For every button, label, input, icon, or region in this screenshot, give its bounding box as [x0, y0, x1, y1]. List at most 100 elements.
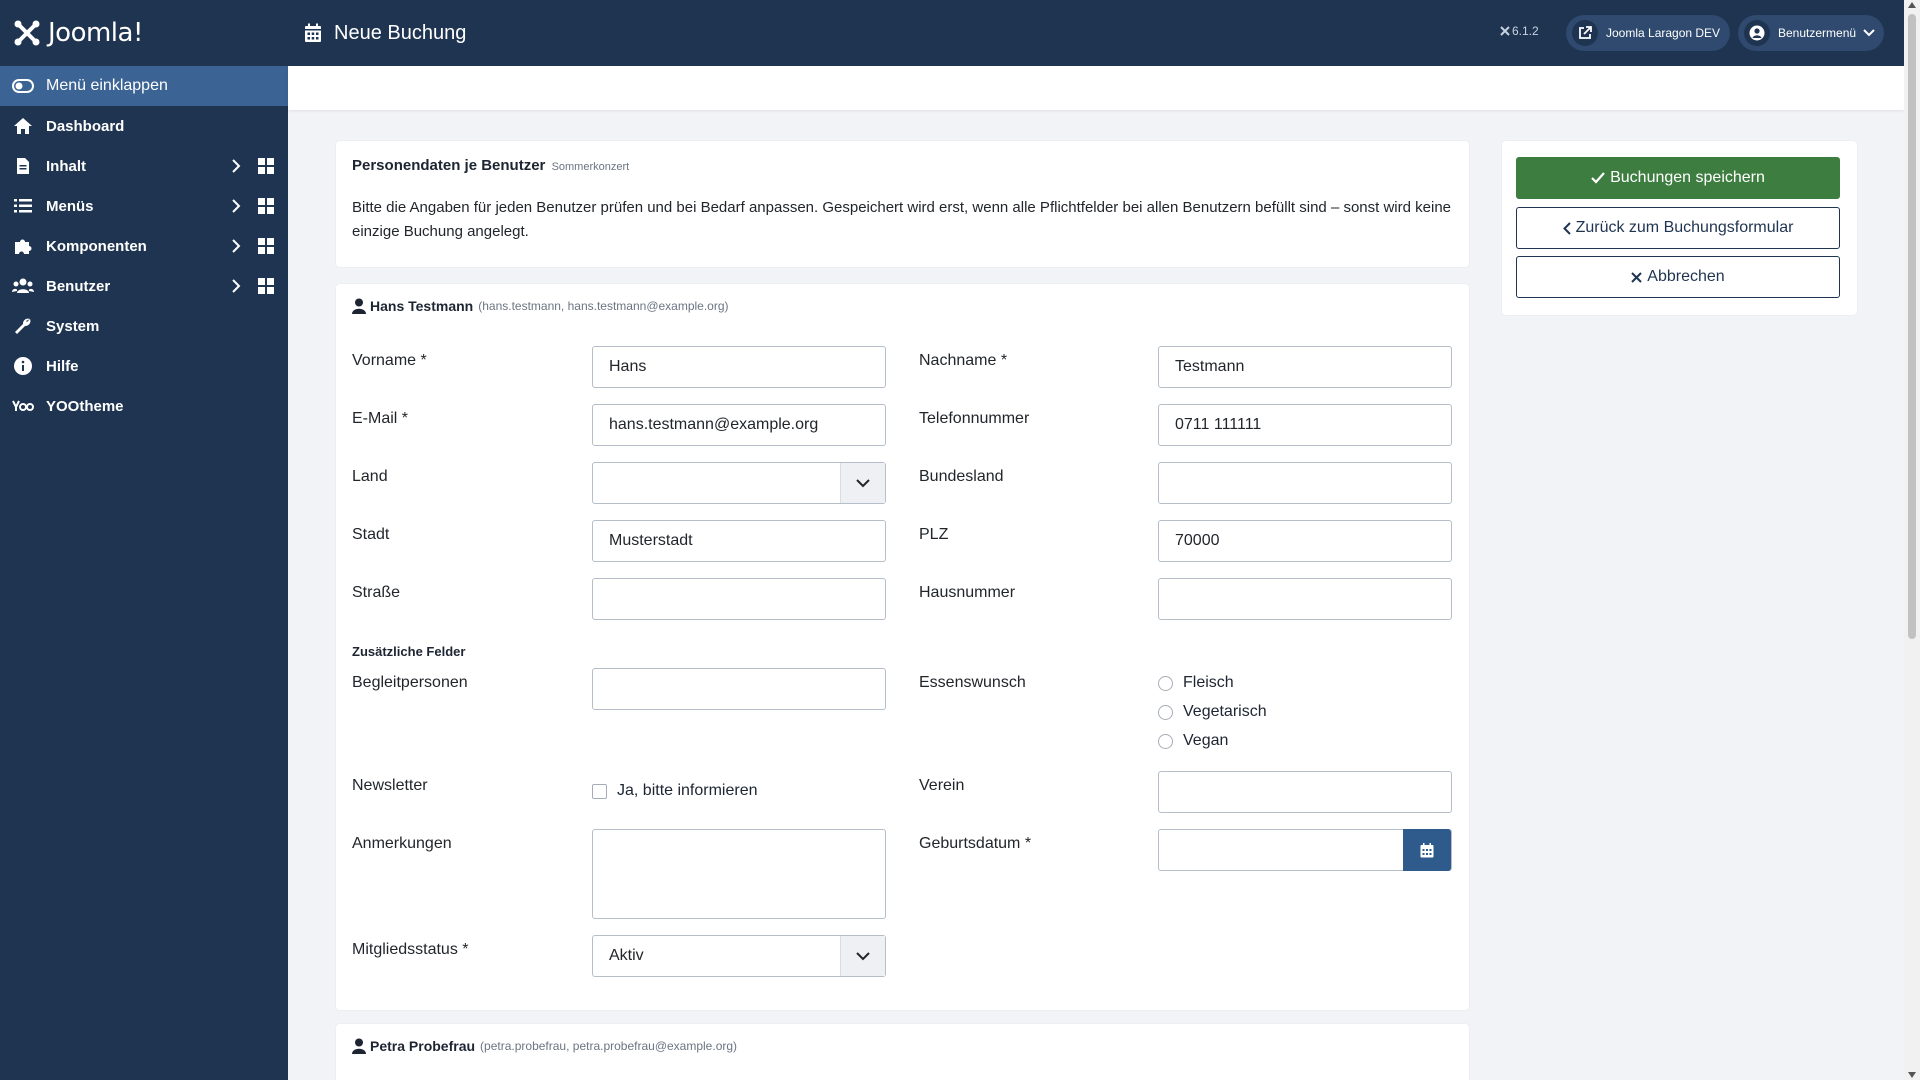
verein-label: Verein — [919, 777, 965, 794]
joomla-small-icon — [1500, 26, 1510, 36]
newsletter-checkbox-row[interactable]: Ja, bitte informieren — [592, 782, 758, 800]
radio-label: Vegan — [1183, 732, 1229, 749]
stadt-input[interactable]: Musterstadt — [592, 520, 886, 562]
chevron-right-icon[interactable] — [226, 276, 246, 296]
person-header: Hans Testmann (hans.testmann, hans.testm… — [352, 298, 729, 314]
close-icon — [1631, 271, 1643, 283]
puzzle-icon — [12, 235, 34, 257]
cancel-label: Abbrechen — [1647, 268, 1725, 285]
person-name: Hans Testmann — [370, 298, 474, 314]
scrollbar-thumb[interactable] — [1908, 14, 1916, 639]
mitglied-label: Mitgliedsstatus * — [352, 941, 469, 958]
action-panel: Buchungen speichern Zurück zum Buchungsf… — [1502, 141, 1857, 315]
file-icon — [12, 155, 34, 177]
bundesland-label: Bundesland — [919, 468, 1004, 485]
dashboard-grid-icon[interactable] — [256, 156, 276, 176]
radio-button[interactable] — [1158, 704, 1173, 720]
sidebar-item-system[interactable]: System — [0, 306, 288, 346]
sidebar-item-inhalt[interactable]: Inhalt — [0, 146, 288, 186]
radio-button[interactable] — [1158, 733, 1173, 749]
dashboard-grid-icon[interactable] — [256, 196, 276, 216]
dashboard-grid-icon[interactable] — [256, 276, 276, 296]
telefon-input[interactable]: 0711 111111 — [1158, 404, 1452, 446]
radio-label: Vegetarisch — [1183, 703, 1267, 720]
newsletter-label: Newsletter — [352, 777, 428, 794]
mitglied-value: Aktiv — [609, 947, 644, 964]
verein-input[interactable] — [1158, 771, 1452, 813]
sidebar-item-label: Hilfe — [46, 357, 79, 375]
geburtsdatum-input[interactable] — [1158, 829, 1452, 871]
person-meta: (petra.probefrau, petra.probefrau@exampl… — [480, 1039, 738, 1053]
sidebar-item-hilfe[interactable]: Hilfe — [0, 346, 288, 386]
collapse-label: Menü einklappen — [46, 77, 168, 94]
cancel-button[interactable]: Abbrechen — [1516, 256, 1840, 298]
version-text: 6.1.2 — [1512, 24, 1539, 38]
email-label: E-Mail * — [352, 410, 409, 427]
email-input[interactable]: hans.testmann@example.org — [592, 404, 886, 446]
info-icon — [12, 355, 34, 377]
hausnummer-label: Hausnummer — [919, 584, 1016, 601]
chevron-right-icon[interactable] — [226, 196, 246, 216]
essen-option-vegetarisch[interactable]: Vegetarisch — [1158, 703, 1267, 721]
yoo-icon — [12, 395, 34, 417]
header: Neue Buchung 6.1.2 Joomla Laragon DEV Be… — [288, 0, 1904, 66]
joomla-logo[interactable]: Joomla! — [0, 0, 288, 66]
sidebar-item-label: System — [46, 317, 100, 335]
land-select[interactable] — [592, 462, 886, 504]
stadt-label: Stadt — [352, 526, 390, 543]
sidebar-item-label: Dashboard — [46, 117, 125, 135]
vorname-label: Vorname * — [352, 352, 427, 369]
chevron-down-icon[interactable] — [840, 936, 885, 976]
vorname-input[interactable]: Hans — [592, 346, 886, 388]
mitglied-select[interactable]: Aktiv — [592, 935, 886, 977]
home-icon — [12, 115, 34, 137]
radio-button[interactable] — [1158, 675, 1173, 691]
strasse-input[interactable] — [592, 578, 886, 620]
chevron-down-icon[interactable] — [840, 463, 885, 503]
strasse-label: Straße — [352, 584, 401, 601]
sidebar-item-benutzer[interactable]: Benutzer — [0, 266, 288, 306]
version-badge: 6.1.2 — [1500, 24, 1539, 38]
nachname-input[interactable]: Testmann — [1158, 346, 1452, 388]
chevron-right-icon[interactable] — [226, 236, 246, 256]
info-text: Bitte die Angaben für jeden Benutzer prü… — [352, 199, 1451, 240]
dashboard-grid-icon[interactable] — [256, 236, 276, 256]
scroll-down-icon[interactable] — [1908, 1072, 1916, 1078]
calendar-icon — [1420, 842, 1434, 857]
plz-input[interactable]: 70000 — [1158, 520, 1452, 562]
anmerkungen-label: Anmerkungen — [352, 835, 452, 852]
begleit-input[interactable] — [592, 668, 886, 710]
site-link-button[interactable]: Joomla Laragon DEV — [1566, 15, 1730, 51]
logo-text: Joomla! — [48, 18, 143, 48]
sidebar-item-label: Komponenten — [46, 237, 147, 255]
person-card: Petra Probefrau (petra.probefrau, petra.… — [336, 1024, 1469, 1080]
essen-option-vegan[interactable]: Vegan — [1158, 732, 1228, 750]
user-menu-button[interactable]: Benutzermenü — [1738, 15, 1884, 51]
chevron-right-icon[interactable] — [226, 156, 246, 176]
scrollbar[interactable] — [1904, 0, 1920, 1080]
page-title: Neue Buchung — [334, 21, 467, 44]
collapse-menu-toggle[interactable]: Menü einklappen — [0, 66, 288, 106]
user-menu-label: Benutzermenü — [1778, 26, 1857, 40]
calendar-button[interactable] — [1403, 829, 1451, 871]
essen-option-fleisch[interactable]: Fleisch — [1158, 674, 1234, 692]
save-bookings-button[interactable]: Buchungen speichern — [1516, 157, 1840, 199]
radio-label: Fleisch — [1183, 674, 1234, 691]
hausnummer-input[interactable] — [1158, 578, 1452, 620]
toggle-icon — [12, 75, 34, 97]
info-title: Personendaten je Benutzer — [352, 157, 546, 174]
chevron-down-icon — [1863, 29, 1875, 37]
sidebar-item-menues[interactable]: Menüs — [0, 186, 288, 226]
info-card: Personendaten je Benutzer Sommerkonzert … — [336, 141, 1469, 267]
anmerkungen-textarea[interactable] — [592, 829, 886, 919]
person-header: Petra Probefrau (petra.probefrau, petra.… — [352, 1038, 737, 1054]
sidebar-item-yootheme[interactable]: YOOtheme — [0, 386, 288, 426]
sidebar-item-komponenten[interactable]: Komponenten — [0, 226, 288, 266]
sidebar-item-label: Benutzer — [46, 277, 111, 295]
newsletter-checkbox[interactable] — [592, 783, 607, 799]
bundesland-input[interactable] — [1158, 462, 1452, 504]
sidebar-item-dashboard[interactable]: Dashboard — [0, 106, 288, 146]
back-to-form-button[interactable]: Zurück zum Buchungsformular — [1516, 207, 1840, 249]
chevron-left-icon — [1562, 221, 1571, 235]
scroll-up-icon[interactable] — [1908, 2, 1916, 8]
